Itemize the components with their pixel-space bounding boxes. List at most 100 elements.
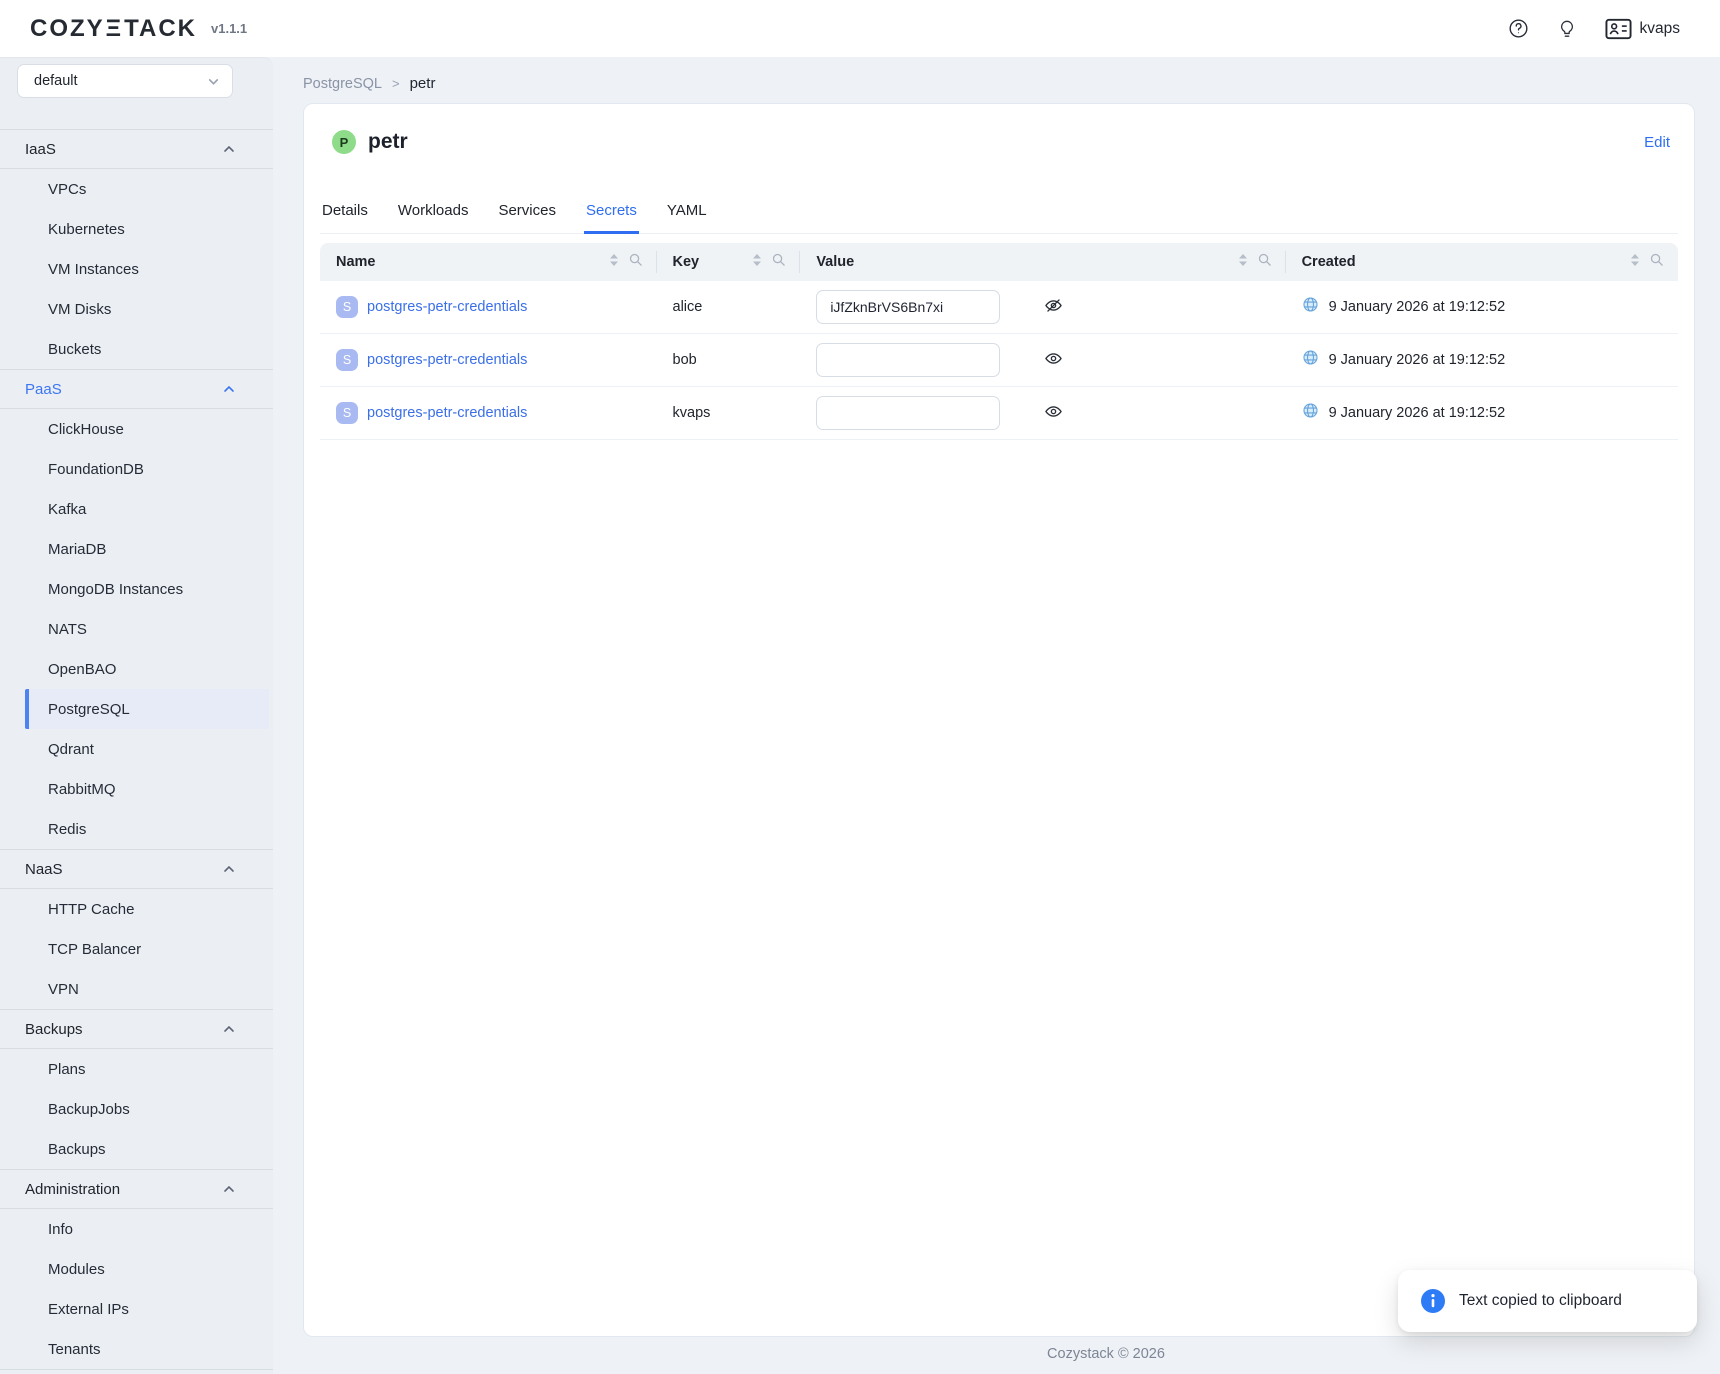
breadcrumb-separator: > bbox=[392, 76, 400, 91]
column-label: Created bbox=[1302, 254, 1356, 270]
chevron-up-icon bbox=[223, 863, 235, 875]
secret-kind-badge: S bbox=[336, 296, 358, 318]
sidebar-item-info[interactable]: Info bbox=[0, 1209, 273, 1249]
sidebar-item-kafka[interactable]: Kafka bbox=[0, 489, 273, 529]
sidebar-item-vpn[interactable]: VPN bbox=[0, 969, 273, 1009]
secret-name-link[interactable]: postgres-petr-credentials bbox=[367, 405, 527, 421]
table-header: Name Key Value bbox=[320, 243, 1678, 281]
secret-value-input[interactable] bbox=[816, 343, 1000, 377]
sidebar-item-vm-disks[interactable]: VM Disks bbox=[0, 289, 273, 329]
sidebar-item-http-cache[interactable]: HTTP Cache bbox=[0, 889, 273, 929]
sidebar-item-mongodb-instances[interactable]: MongoDB Instances bbox=[0, 569, 273, 609]
tenant-selector[interactable]: default bbox=[17, 64, 233, 98]
secret-name-link[interactable]: postgres-petr-credentials bbox=[367, 299, 527, 315]
section-header-naas[interactable]: NaaS bbox=[0, 849, 273, 889]
secret-kind-badge: S bbox=[336, 349, 358, 371]
sidebar-item-label: MariaDB bbox=[48, 541, 106, 558]
secret-kind-badge: S bbox=[336, 402, 358, 424]
sidebar-item-label: VPCs bbox=[48, 181, 86, 198]
section-label: PaaS bbox=[25, 381, 62, 398]
info-icon bbox=[1420, 1288, 1446, 1314]
footer-copyright: Cozystack © 2026 bbox=[1047, 1346, 1165, 1362]
sidebar-item-label: OpenBAO bbox=[48, 661, 116, 678]
eye-off-icon bbox=[1044, 296, 1063, 318]
sidebar-item-label: BackupJobs bbox=[48, 1101, 130, 1118]
column-header-name: Name bbox=[320, 243, 657, 281]
lightbulb-icon[interactable] bbox=[1557, 19, 1577, 39]
sidebar-item-buckets[interactable]: Buckets bbox=[0, 329, 273, 369]
tab-details[interactable]: Details bbox=[320, 202, 370, 233]
user-menu[interactable]: kvaps bbox=[1605, 18, 1681, 40]
sidebar-item-label: TCP Balancer bbox=[48, 941, 141, 958]
sidebar-item-tenants[interactable]: Tenants bbox=[0, 1329, 273, 1369]
sidebar-item-rabbitmq[interactable]: RabbitMQ bbox=[0, 769, 273, 809]
sidebar-nav: IaaS VPCs Kubernetes VM Instances VM Dis… bbox=[0, 129, 273, 1370]
sidebar-item-label: RabbitMQ bbox=[48, 781, 116, 798]
search-icon[interactable] bbox=[628, 252, 643, 272]
sidebar: default IaaS VPCs Kubernetes VM Instance… bbox=[0, 57, 273, 1374]
top-bar: COZYΞTACK v1.1.1 kvaps bbox=[0, 0, 1720, 57]
id-badge-icon bbox=[1605, 18, 1632, 40]
secret-key: bob bbox=[673, 352, 697, 368]
column-label: Name bbox=[336, 254, 376, 270]
sidebar-bottom-divider bbox=[0, 1369, 273, 1370]
hide-value-button[interactable] bbox=[1044, 296, 1063, 318]
table-row: S postgres-petr-credentials kvaps 9 Janu… bbox=[320, 387, 1678, 440]
sidebar-item-vpcs[interactable]: VPCs bbox=[0, 169, 273, 209]
table-row: S postgres-petr-credentials alice 9 Janu… bbox=[320, 281, 1678, 334]
secret-name-link[interactable]: postgres-petr-credentials bbox=[367, 352, 527, 368]
sidebar-item-clickhouse[interactable]: ClickHouse bbox=[0, 409, 273, 449]
sidebar-item-vm-instances[interactable]: VM Instances bbox=[0, 249, 273, 289]
sidebar-item-external-ips[interactable]: External IPs bbox=[0, 1289, 273, 1329]
sidebar-item-kubernetes[interactable]: Kubernetes bbox=[0, 209, 273, 249]
nav-section-administration: Administration Info Modules External IPs… bbox=[0, 1169, 273, 1369]
breadcrumb-parent[interactable]: PostgreSQL bbox=[303, 76, 382, 92]
tab-workloads[interactable]: Workloads bbox=[396, 202, 471, 233]
tab-yaml[interactable]: YAML bbox=[665, 202, 709, 233]
sort-icon[interactable] bbox=[752, 253, 762, 272]
app-version: v1.1.1 bbox=[211, 21, 247, 36]
sidebar-item-tcp-balancer[interactable]: TCP Balancer bbox=[0, 929, 273, 969]
sidebar-item-openbao[interactable]: OpenBAO bbox=[0, 649, 273, 689]
sidebar-item-mariadb[interactable]: MariaDB bbox=[0, 529, 273, 569]
search-icon[interactable] bbox=[1257, 252, 1272, 272]
nav-section-naas: NaaS HTTP Cache TCP Balancer VPN bbox=[0, 849, 273, 1009]
help-icon[interactable] bbox=[1508, 18, 1529, 39]
sidebar-item-plans[interactable]: Plans bbox=[0, 1049, 273, 1089]
sidebar-item-redis[interactable]: Redis bbox=[0, 809, 273, 849]
sidebar-item-modules[interactable]: Modules bbox=[0, 1249, 273, 1289]
sidebar-item-postgresql[interactable]: PostgreSQL bbox=[25, 689, 269, 729]
show-value-button[interactable] bbox=[1044, 349, 1063, 371]
resource-card: P petr Edit Details Workloads Services S… bbox=[303, 103, 1695, 1337]
sidebar-item-backupjobs[interactable]: BackupJobs bbox=[0, 1089, 273, 1129]
sort-icon[interactable] bbox=[609, 253, 619, 272]
sidebar-item-label: VM Instances bbox=[48, 261, 139, 278]
page-title: petr bbox=[368, 130, 408, 154]
search-icon[interactable] bbox=[1649, 252, 1664, 272]
globe-icon bbox=[1302, 296, 1319, 318]
secret-value-input[interactable] bbox=[816, 396, 1000, 430]
secret-value-input[interactable] bbox=[816, 290, 1000, 324]
sort-icon[interactable] bbox=[1238, 253, 1248, 272]
sidebar-item-qdrant[interactable]: Qdrant bbox=[0, 729, 273, 769]
tab-services[interactable]: Services bbox=[496, 202, 558, 233]
tab-secrets[interactable]: Secrets bbox=[584, 202, 639, 234]
breadcrumb: PostgreSQL > petr bbox=[303, 75, 435, 92]
search-icon[interactable] bbox=[771, 252, 786, 272]
cozystack-logo: COZYΞTACK bbox=[30, 15, 197, 43]
sidebar-item-nats[interactable]: NATS bbox=[0, 609, 273, 649]
section-header-iaas[interactable]: IaaS bbox=[0, 129, 273, 169]
sort-icon[interactable] bbox=[1630, 253, 1640, 272]
show-value-button[interactable] bbox=[1044, 402, 1063, 424]
edit-button[interactable]: Edit bbox=[1644, 134, 1670, 151]
breadcrumb-current: petr bbox=[410, 75, 436, 92]
column-label: Key bbox=[673, 254, 700, 270]
sidebar-item-backups[interactable]: Backups bbox=[0, 1129, 273, 1169]
section-header-administration[interactable]: Administration bbox=[0, 1169, 273, 1209]
sidebar-item-label: Kubernetes bbox=[48, 221, 125, 238]
section-header-backups[interactable]: Backups bbox=[0, 1009, 273, 1049]
chevron-up-icon bbox=[223, 1183, 235, 1195]
sidebar-item-foundationdb[interactable]: FoundationDB bbox=[0, 449, 273, 489]
section-header-paas[interactable]: PaaS bbox=[0, 369, 273, 409]
nav-section-paas: PaaS ClickHouse FoundationDB Kafka Maria… bbox=[0, 369, 273, 849]
